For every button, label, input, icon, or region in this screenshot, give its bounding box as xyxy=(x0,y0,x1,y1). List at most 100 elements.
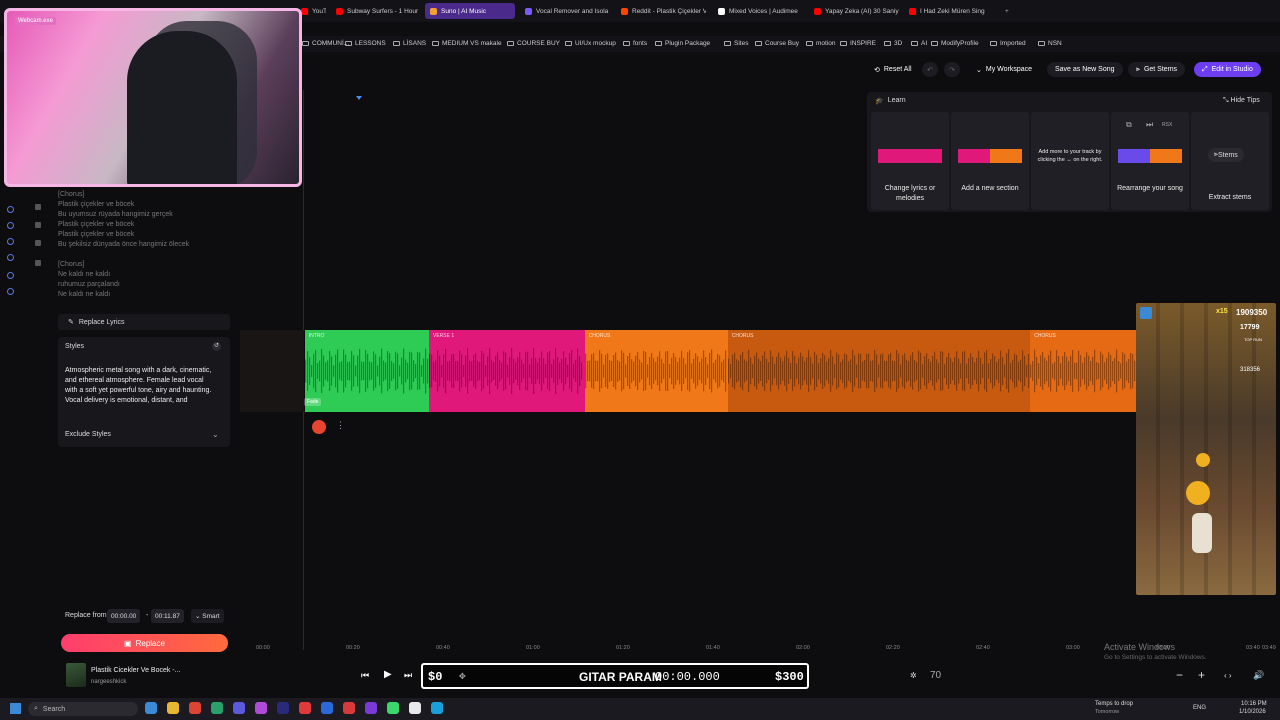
bookmark-item[interactable]: Imported xyxy=(990,40,1026,47)
chat-icon[interactable] xyxy=(7,272,14,279)
song-timeline[interactable]: INTRO VERSE 1 CHORUS CHORUS CHORUS xyxy=(240,330,1140,412)
replace-lyrics-button[interactable]: ✎ Replace Lyrics xyxy=(58,314,230,330)
maps-icon[interactable] xyxy=(431,702,443,714)
copy-icon[interactable]: ⧉ xyxy=(1126,120,1132,130)
waveform-bar xyxy=(861,361,863,381)
browser-tab[interactable]: Vocal Remover and Isola xyxy=(520,3,610,19)
waveform-bar xyxy=(588,360,590,382)
obs-icon[interactable] xyxy=(255,702,267,714)
replace-end-input[interactable]: 00:11.87 xyxy=(151,609,184,623)
home-icon[interactable] xyxy=(7,206,14,213)
browser-tab[interactable]: Reddit - Plastik Çiçekler Ve xyxy=(616,3,706,19)
gear-icon[interactable] xyxy=(35,240,41,246)
hide-tips-button[interactable]: ⤡ Hide Tips xyxy=(1223,97,1260,105)
steam-icon[interactable] xyxy=(189,702,201,714)
clock-icon[interactable] xyxy=(7,238,14,245)
bookmark-item[interactable]: COURSE BUY xyxy=(507,40,560,47)
metronome-icon[interactable]: ✲ xyxy=(910,671,917,680)
undo-button[interactable]: ↶ xyxy=(922,62,938,77)
bookmark-item[interactable]: ModifyProfile xyxy=(931,40,979,47)
bookmark-item[interactable]: 3D xyxy=(884,40,902,47)
song-title[interactable]: Plastik Cicekler Ve Bocek -... xyxy=(91,667,180,674)
search-icon[interactable] xyxy=(35,222,41,228)
library-icon[interactable] xyxy=(35,204,41,210)
settings-icon[interactable] xyxy=(7,288,14,295)
get-stems-button[interactable]: ⫸ Get Stems xyxy=(1128,62,1186,77)
fade-tag[interactable]: Fade xyxy=(304,398,322,406)
new-tab-button[interactable]: + xyxy=(1000,3,1014,19)
bookmark-item[interactable]: Sites xyxy=(724,40,748,47)
bookmark-item[interactable]: LİSANS xyxy=(393,40,426,47)
language-indicator[interactable]: ENG xyxy=(1193,705,1206,711)
play-icon[interactable]: ▶ xyxy=(384,669,392,680)
rewind-icon[interactable]: ⏮ xyxy=(361,670,369,681)
zoom-in-button[interactable]: + xyxy=(1198,668,1205,682)
lyrics-text[interactable]: [Chorus] Plastik çiçekler ve böcek Bu uyum… xyxy=(58,190,228,310)
timeline-section[interactable]: VERSE 1 xyxy=(429,330,585,412)
browser-tab[interactable]: I Had Zeki Müren Sing xyxy=(904,3,994,19)
download-icon[interactable] xyxy=(7,254,14,261)
skip-icon[interactable]: ⏭ xyxy=(1146,120,1153,130)
photos-icon[interactable] xyxy=(211,702,223,714)
visual-studio-icon[interactable] xyxy=(365,702,377,714)
bookmark-item[interactable]: Course Buy xyxy=(755,40,799,47)
bookmark-item[interactable]: INSPIRE xyxy=(840,40,876,47)
bookmark-item[interactable]: AI xyxy=(911,40,927,47)
browser-tab[interactable]: Subway Surfers - 1 Hour xyxy=(331,3,421,19)
edit-in-studio-button[interactable]: ⤢ Edit in Studio xyxy=(1194,62,1261,77)
browser-tab[interactable]: Suno | AI Music xyxy=(425,3,515,19)
chrome-icon[interactable] xyxy=(343,702,355,714)
bell-icon[interactable] xyxy=(35,260,41,266)
bookmark-item[interactable]: MEDIUM VS makale xyxy=(432,40,502,47)
more-options-icon[interactable]: ⋮ xyxy=(336,420,345,431)
playhead-marker[interactable] xyxy=(356,96,362,100)
timeline-section[interactable]: CHORUS xyxy=(1030,330,1140,412)
bookmark-item[interactable]: UI/Ux mockup xyxy=(565,40,616,47)
chevron-down-icon[interactable]: ⌄ xyxy=(212,430,219,439)
bookmark-item[interactable]: COMMUNİ... xyxy=(302,40,349,47)
reset-styles-icon[interactable]: ↺ xyxy=(212,342,221,351)
replace-start-input[interactable]: 00:00.00 xyxy=(107,609,141,623)
weather-text[interactable]: Temps to drop xyxy=(1095,701,1133,707)
reset-all-button[interactable]: ⟲ Reset All xyxy=(866,62,920,77)
heart-icon[interactable] xyxy=(7,222,14,229)
zoom-out-button[interactable]: − xyxy=(1176,668,1183,682)
expand-icon[interactable]: ‹ › xyxy=(1224,671,1232,680)
volume-value[interactable]: 70 xyxy=(930,670,941,681)
bookmark-item[interactable]: fonts xyxy=(623,40,647,47)
bookmark-item[interactable]: Plugin Package xyxy=(655,40,710,47)
docs-icon[interactable] xyxy=(409,702,421,714)
discord-icon[interactable] xyxy=(233,702,245,714)
folder-icon[interactable] xyxy=(167,702,179,714)
workspace-dropdown[interactable]: ⌄ My Workspace xyxy=(968,62,1040,77)
after-effects-icon[interactable] xyxy=(277,702,289,714)
browser-tab[interactable]: Mixed Voices | Audimee xyxy=(713,3,803,19)
timeline-section[interactable]: CHORUS xyxy=(584,330,728,412)
opera-icon[interactable] xyxy=(321,702,333,714)
bookmark-item[interactable]: NSN xyxy=(1038,40,1062,47)
premiere-icon[interactable] xyxy=(299,702,311,714)
forward-icon[interactable]: ⏭ xyxy=(404,670,412,681)
browser-tab[interactable]: Yapay Zeka (AI) 30 Saniy xyxy=(809,3,899,19)
song-artist[interactable]: nargeeshkick xyxy=(91,679,126,685)
whatsapp-icon[interactable] xyxy=(387,702,399,714)
clock-time[interactable]: 10:16 PM xyxy=(1241,701,1267,707)
replace-button[interactable]: ▣ Replace xyxy=(61,634,228,652)
stems-button[interactable]: ⫸ Stems xyxy=(1208,148,1244,162)
windows-start-icon[interactable] xyxy=(10,703,21,714)
clock-date[interactable]: 1/10/2026 xyxy=(1239,709,1266,715)
exclude-styles-toggle[interactable]: Exclude Styles xyxy=(65,431,111,438)
song-cover-art[interactable] xyxy=(66,663,86,687)
smart-mode-dropdown[interactable]: ⌄ Smart xyxy=(191,609,224,623)
edge-icon[interactable] xyxy=(145,702,157,714)
styles-textarea[interactable]: Atmospheric metal song with a dark, cine… xyxy=(65,366,213,406)
bookmark-item[interactable]: LESSONS xyxy=(345,40,386,47)
redo-button[interactable]: ↷ xyxy=(944,62,960,77)
record-button[interactable] xyxy=(312,420,326,434)
timeline-section[interactable]: INTRO xyxy=(304,330,429,412)
taskbar-search[interactable]: ⌕ Search xyxy=(28,702,138,716)
timeline-section[interactable]: CHORUS xyxy=(727,330,1031,412)
speaker-icon[interactable]: 🔊 xyxy=(1253,670,1264,681)
bookmark-item[interactable]: motion xyxy=(806,40,836,47)
save-as-new-song-button[interactable]: Save as New Song xyxy=(1047,62,1123,77)
